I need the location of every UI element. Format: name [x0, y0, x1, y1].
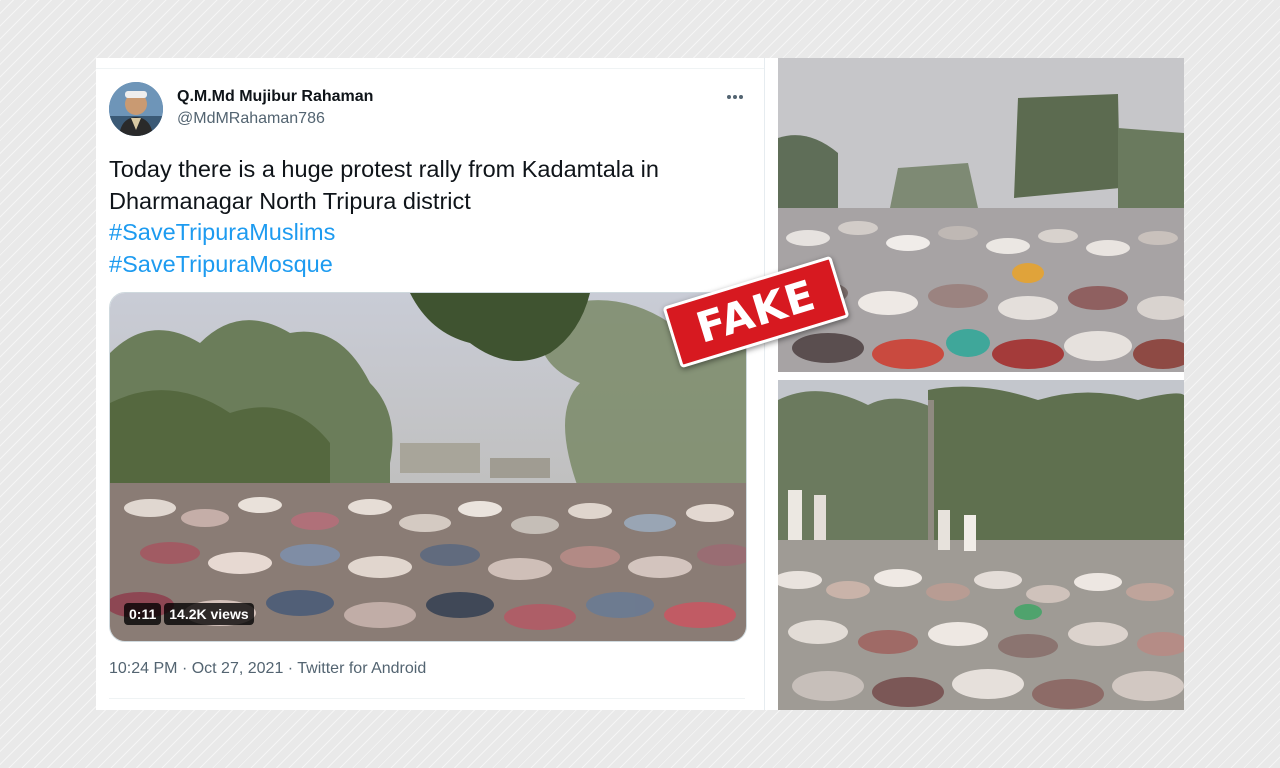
tweet-date[interactable]: Oct 27, 2021	[192, 660, 284, 677]
display-name[interactable]: Q.M.Md Mujibur Rahaman	[177, 88, 373, 106]
tweet-text: Today there is a huge protest rally from…	[109, 154, 739, 280]
video-duration: 0:11	[124, 603, 162, 625]
tweet-card: Q.M.Md Mujibur Rahaman @MdMRahaman786 To…	[96, 58, 765, 710]
meta-separator: ·	[181, 660, 188, 677]
fact-check-collage: Q.M.Md Mujibur Rahaman @MdMRahaman786 To…	[96, 58, 1184, 710]
tweet-text-line: Today there is a huge protest rally from…	[109, 156, 659, 182]
divider	[109, 698, 745, 699]
meta-separator: ·	[287, 660, 294, 677]
tweet-text-line: Dharmanagar North Tripura district	[109, 187, 471, 214]
divider	[96, 68, 764, 69]
comparison-frame-top	[778, 58, 1184, 372]
user-handle[interactable]: @MdMRahaman786	[177, 110, 325, 128]
comparison-frame-bottom	[778, 380, 1184, 710]
hashtag-link[interactable]: #SaveTripuraMuslims	[109, 217, 739, 249]
tweet-metadata: 10:24 PM · Oct 27, 2021 · Twitter for An…	[109, 660, 426, 678]
video-badge: 0:11 14.2K views	[124, 603, 254, 625]
hashtag-link[interactable]: #SaveTripuraMosque	[109, 249, 739, 281]
tweet-source[interactable]: Twitter for Android	[297, 660, 426, 677]
more-options-button[interactable]	[722, 84, 748, 110]
video-player[interactable]: 0:11 14.2K views	[109, 292, 747, 642]
avatar[interactable]	[109, 82, 163, 136]
more-horizontal-icon	[727, 95, 743, 99]
video-view-count: 14.2K views	[164, 603, 254, 625]
video-thumbnail	[110, 293, 746, 641]
tweet-time[interactable]: 10:24 PM	[109, 660, 177, 677]
